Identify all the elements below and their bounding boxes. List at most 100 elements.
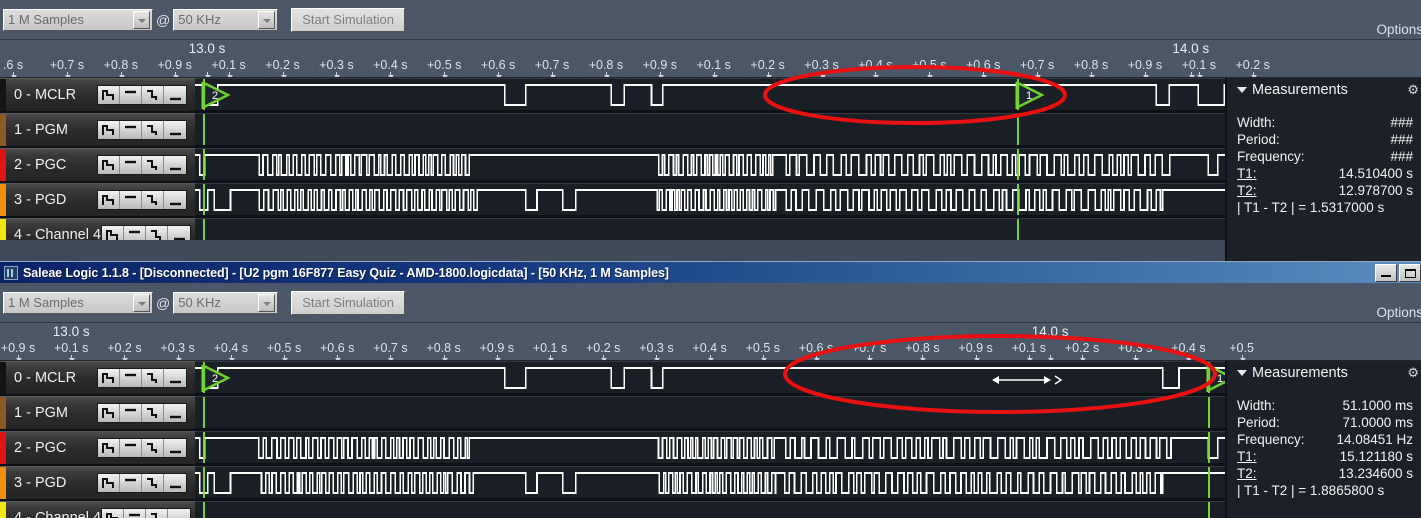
- chevron-down-icon[interactable]: [258, 10, 276, 29]
- ruler-minor-tick-label: +0.2 s: [750, 58, 785, 72]
- chevron-down-icon[interactable]: [258, 293, 276, 312]
- trigger-high-level-icon[interactable]: [120, 474, 142, 492]
- trigger-rising-edge-icon[interactable]: [102, 509, 125, 518]
- time-marker-line-t1[interactable]: [1017, 114, 1019, 145]
- trigger-rising-edge-icon[interactable]: [98, 86, 120, 104]
- gear-icon[interactable]: ⚙: [1407, 365, 1419, 381]
- trigger-rising-edge-icon[interactable]: [98, 474, 120, 492]
- measurement-key[interactable]: T2:: [1237, 182, 1330, 199]
- trigger-high-level-icon[interactable]: [120, 121, 142, 139]
- trigger-low-level-icon[interactable]: [164, 121, 186, 139]
- time-marker-line-t2[interactable]: [203, 502, 205, 518]
- channel-row: 3 - PGD: [0, 466, 1421, 501]
- chevron-down-icon[interactable]: [1237, 87, 1247, 93]
- start-simulation-button-top[interactable]: Start Simulation: [291, 7, 405, 32]
- sample-rate-combo-top[interactable]: 50 KHz: [173, 8, 279, 31]
- chevron-down-icon[interactable]: [1237, 370, 1247, 376]
- chevron-down-icon[interactable]: [133, 10, 150, 29]
- time-marker-line-t2[interactable]: [203, 432, 205, 463]
- options-label-bottom[interactable]: Options: [1376, 305, 1421, 320]
- trigger-high-level-icon[interactable]: [120, 439, 142, 457]
- channel-header[interactable]: 1 - PGM: [0, 396, 195, 429]
- time-marker-line-t1[interactable]: [1017, 149, 1019, 180]
- time-marker-line-t1[interactable]: [1208, 467, 1210, 498]
- trigger-high-level-icon[interactable]: [120, 86, 142, 104]
- trigger-low-level-icon[interactable]: [164, 369, 186, 387]
- trigger-high-level-icon[interactable]: [124, 509, 147, 518]
- trigger-falling-edge-icon[interactable]: [146, 509, 169, 518]
- measurements-title-bottom[interactable]: Measurements: [1237, 365, 1421, 381]
- time-marker-line-t2[interactable]: [203, 467, 205, 498]
- trigger-low-level-icon[interactable]: [168, 226, 191, 240]
- channel-header[interactable]: 0 - MCLR: [0, 78, 195, 111]
- trigger-falling-edge-icon[interactable]: [146, 226, 169, 240]
- trigger-falling-edge-icon[interactable]: [142, 439, 164, 457]
- trigger-low-level-icon[interactable]: [164, 86, 186, 104]
- trigger-falling-edge-icon[interactable]: [142, 369, 164, 387]
- trigger-rising-edge-icon[interactable]: [98, 439, 120, 457]
- trigger-high-level-icon[interactable]: [120, 156, 142, 174]
- time-marker-line-t2[interactable]: [203, 149, 205, 180]
- channel-header[interactable]: 3 - PGD: [0, 183, 195, 216]
- trigger-rising-edge-icon[interactable]: [98, 369, 120, 387]
- trigger-low-level-icon[interactable]: [164, 474, 186, 492]
- trigger-high-level-icon[interactable]: [120, 191, 142, 209]
- trigger-falling-edge-icon[interactable]: [142, 121, 164, 139]
- time-marker-line-t2[interactable]: [203, 219, 205, 240]
- trigger-low-level-icon[interactable]: [164, 156, 186, 174]
- minimize-button[interactable]: [1375, 264, 1397, 282]
- trigger-rising-edge-icon[interactable]: [98, 404, 120, 422]
- channel-header[interactable]: 3 - PGD: [0, 466, 195, 499]
- trigger-falling-edge-icon[interactable]: [142, 86, 164, 104]
- channel-header[interactable]: 4 - Channel 4: [0, 501, 195, 518]
- trigger-rising-edge-icon[interactable]: [98, 121, 120, 139]
- trigger-low-level-icon[interactable]: [164, 191, 186, 209]
- measurement-key[interactable]: T2:: [1237, 465, 1330, 482]
- gear-icon[interactable]: ⚙: [1407, 82, 1419, 98]
- trigger-rising-edge-icon[interactable]: [98, 156, 120, 174]
- measurements-title-top[interactable]: Measurements: [1237, 82, 1421, 98]
- channel-header[interactable]: 2 - PGC: [0, 431, 195, 464]
- channel-header[interactable]: 1 - PGM: [0, 113, 195, 146]
- trigger-low-level-icon[interactable]: [164, 404, 186, 422]
- trigger-falling-edge-icon[interactable]: [142, 474, 164, 492]
- time-marker-line-t1[interactable]: [1017, 184, 1019, 215]
- timeline-ruler-bottom[interactable]: +0.9 s +0.1 s +0.2 s +0.3 s +0.4 s +0.5 s +0.6…: [0, 323, 1421, 361]
- time-marker-line-t1[interactable]: [1017, 219, 1019, 240]
- trigger-rising-edge-icon[interactable]: [102, 226, 125, 240]
- time-marker-line-t1[interactable]: [1208, 502, 1210, 518]
- time-marker-flag-t2-bottom[interactable]: 2: [201, 364, 231, 392]
- trigger-high-level-icon[interactable]: [120, 369, 142, 387]
- trigger-high-level-icon[interactable]: [120, 404, 142, 422]
- svg-text:1: 1: [1217, 373, 1223, 385]
- time-marker-line-t2[interactable]: [203, 184, 205, 215]
- time-marker-flag-t1-top[interactable]: 1: [1015, 81, 1045, 109]
- time-marker-line-t1[interactable]: [1208, 397, 1210, 428]
- sample-count-combo-top[interactable]: 1 M Samples: [3, 8, 153, 31]
- start-simulation-button-bottom[interactable]: Start Simulation: [291, 290, 405, 315]
- channel-header[interactable]: 4 - Channel 4: [0, 218, 195, 240]
- trigger-rising-edge-icon[interactable]: [98, 191, 120, 209]
- maximize-button[interactable]: [1399, 264, 1421, 282]
- window-titlebar[interactable]: Saleae Logic 1.1.8 - [Disconnected] - [U…: [0, 261, 1421, 283]
- channel-header[interactable]: 0 - MCLR: [0, 361, 195, 394]
- trigger-falling-edge-icon[interactable]: [142, 404, 164, 422]
- options-label-top[interactable]: Options: [1376, 22, 1421, 37]
- time-marker-line-t2[interactable]: [203, 114, 205, 145]
- sample-count-combo-bottom[interactable]: 1 M Samples: [3, 291, 153, 314]
- trigger-falling-edge-icon[interactable]: [142, 156, 164, 174]
- sample-rate-combo-bottom[interactable]: 50 KHz: [173, 291, 279, 314]
- trigger-low-level-icon[interactable]: [164, 439, 186, 457]
- ruler-minor-tick-label: +0.9 s: [479, 341, 514, 355]
- time-marker-flag-t2-top[interactable]: 2: [201, 81, 231, 109]
- trigger-high-level-icon[interactable]: [124, 226, 147, 240]
- timeline-ruler-top[interactable]: .6 s +0.7 s +0.8 s +0.9 s +0.1 s +0.2 s +0.3 s…: [0, 40, 1421, 78]
- measurement-key[interactable]: T1:: [1237, 165, 1330, 182]
- channel-header[interactable]: 2 - PGC: [0, 148, 195, 181]
- trigger-low-level-icon[interactable]: [168, 509, 191, 518]
- time-marker-line-t2[interactable]: [203, 397, 205, 428]
- chevron-down-icon[interactable]: [133, 293, 150, 312]
- time-marker-line-t1[interactable]: [1208, 432, 1210, 463]
- trigger-falling-edge-icon[interactable]: [142, 191, 164, 209]
- measurement-key[interactable]: T1:: [1237, 448, 1330, 465]
